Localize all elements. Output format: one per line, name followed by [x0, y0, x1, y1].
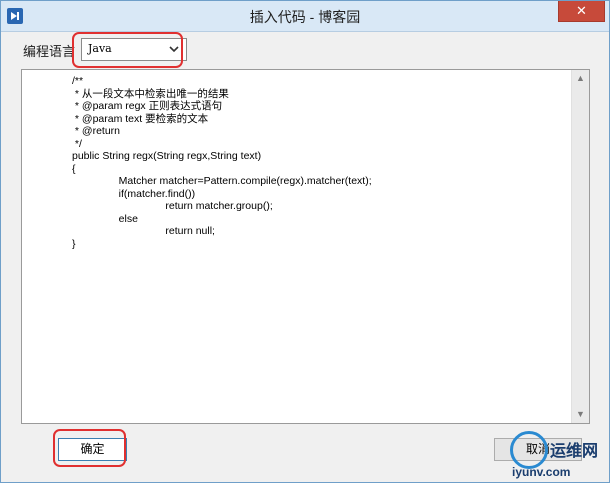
watermark-brand: 运维网: [550, 443, 599, 460]
code-line: }: [72, 237, 76, 250]
code-line: return null;: [72, 225, 215, 237]
watermark-url: iyunv.com: [512, 465, 571, 479]
code-content: /** * 从一段文本中检索出唯一的结果 * @param regx 正则表达式…: [72, 75, 372, 250]
highlight-box-language: [72, 32, 183, 68]
scroll-down-arrow-icon[interactable]: ▼: [572, 406, 589, 423]
code-line: /**: [72, 75, 84, 87]
title-bar: 插入代码 - 博客园 ✕: [1, 1, 609, 32]
code-line: if(matcher.find()): [72, 187, 196, 200]
code-line: public String regx(String regx,String te…: [72, 150, 262, 162]
watermark-logo: 运维网 iyunv.com: [504, 431, 608, 481]
vertical-scrollbar[interactable]: ▲ ▼: [571, 70, 589, 423]
close-button[interactable]: ✕: [558, 1, 605, 22]
code-line: else: [72, 212, 138, 225]
code-line: * @param regx 正则表达式语句: [72, 100, 223, 112]
insert-code-dialog: 插入代码 - 博客园 ✕ 编程语言 Java /** * 从一段文本中检索出唯一…: [0, 0, 610, 483]
code-line: * @return: [72, 125, 121, 137]
language-label: 编程语言: [23, 44, 76, 59]
code-line: * 从一段文本中检索出唯一的结果: [72, 87, 229, 100]
code-editor[interactable]: /** * 从一段文本中检索出唯一的结果 * @param regx 正则表达式…: [21, 69, 590, 424]
code-line: * @param text 要检索的文本: [72, 112, 209, 125]
code-line: */: [72, 137, 82, 150]
code-line: Matcher matcher=Pattern.compile(regx).ma…: [72, 175, 372, 187]
globe-icon: [510, 431, 548, 469]
window-title: 插入代码 - 博客园: [249, 9, 361, 25]
code-line: return matcher.group();: [72, 200, 273, 212]
scroll-up-arrow-icon[interactable]: ▲: [572, 70, 589, 87]
code-line: {: [72, 162, 76, 175]
highlight-box-ok: [53, 429, 126, 467]
